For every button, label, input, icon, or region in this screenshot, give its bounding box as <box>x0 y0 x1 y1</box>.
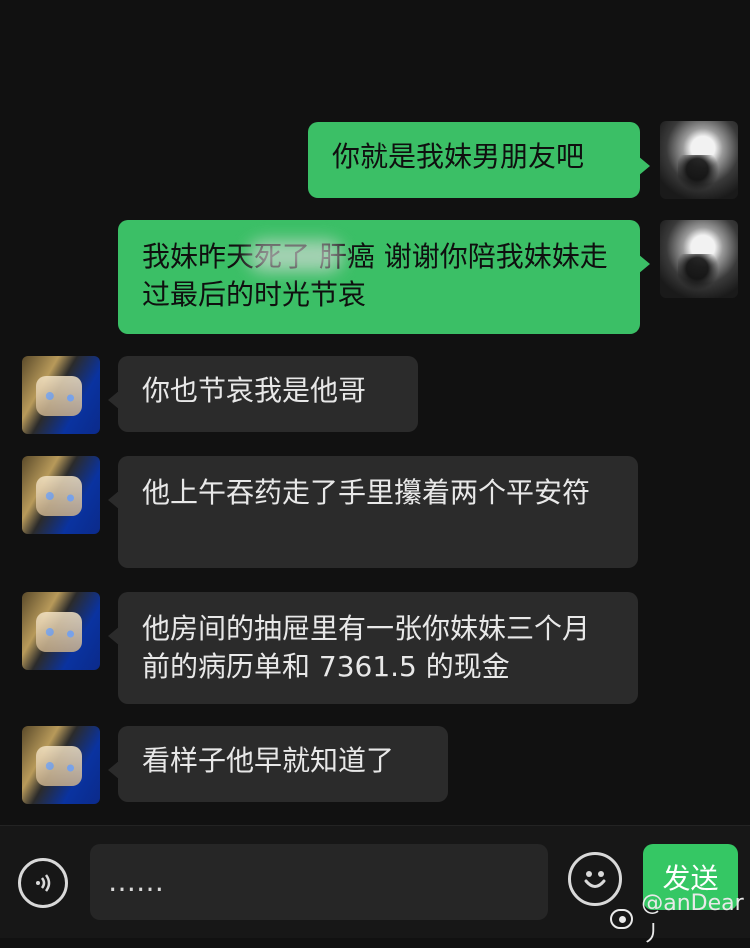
receiver-avatar[interactable] <box>22 592 100 670</box>
message-text: 他房间的抽屉里有一张你妹妹三个月前的病历单和 7361.5 的现金 <box>142 612 591 683</box>
message-bubble-sent: 我妹昨天死了 肝癌 谢谢你陪我妹妹走过最后的时光节哀 <box>118 220 650 334</box>
message-bubble-received: 他上午吞药走了手里攥着两个平安符 <box>108 456 638 568</box>
sender-avatar[interactable] <box>660 220 738 298</box>
message-input[interactable]: …… <box>90 844 548 920</box>
emoji-icon <box>584 871 606 888</box>
message-bubble-sent: 你就是我妹男朋友吧 <box>308 122 650 198</box>
voice-icon <box>36 874 51 892</box>
message-bubble-received: 你也节哀我是他哥 <box>108 356 418 432</box>
message-text: 我妹昨天死了 肝癌 谢谢你陪我妹妹走过最后的时光节哀 <box>142 240 608 311</box>
message-text: 看样子他早就知道了 <box>142 744 395 777</box>
watermark-text: @anDear丿 <box>641 890 744 947</box>
message-text: 你也节哀我是他哥 <box>142 374 367 407</box>
receiver-avatar[interactable] <box>22 726 100 804</box>
censor-blur <box>248 240 343 272</box>
weibo-icon <box>610 909 634 929</box>
receiver-avatar[interactable] <box>22 356 100 434</box>
message-bubble-received: 看样子他早就知道了 <box>108 726 448 802</box>
message-text: 你就是我妹男朋友吧 <box>332 140 585 173</box>
sender-avatar[interactable] <box>660 121 738 199</box>
message-text: 他上午吞药走了手里攥着两个平安符 <box>142 476 591 509</box>
message-bubble-received: 他房间的抽屉里有一张你妹妹三个月前的病历单和 7361.5 的现金 <box>108 592 638 704</box>
chat-area: 你就是我妹男朋友吧 我妹昨天死了 肝癌 谢谢你陪我妹妹走过最后的时光节哀 你也节… <box>0 0 750 825</box>
message-input-value: …… <box>108 865 164 898</box>
voice-button[interactable] <box>18 858 68 908</box>
receiver-avatar[interactable] <box>22 456 100 534</box>
watermark: @anDear丿 <box>610 891 750 947</box>
emoji-button[interactable] <box>568 852 622 906</box>
